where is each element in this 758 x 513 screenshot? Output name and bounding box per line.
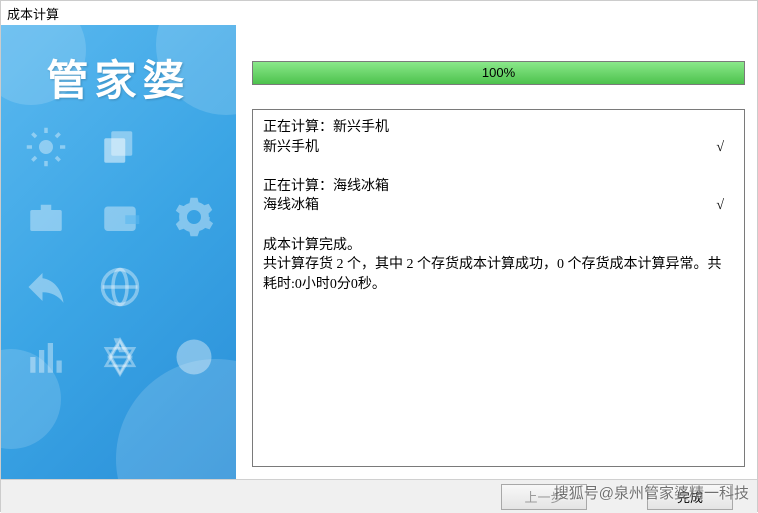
log-line: 正在计算：新兴手机	[263, 118, 734, 138]
undo-icon	[25, 266, 67, 308]
log-output: 正在计算：新兴手机新兴手机√ 正在计算：海线冰箱海线冰箱√ 成本计算完成。共计算…	[252, 109, 745, 467]
gear-icon	[173, 196, 215, 238]
progress-label: 100%	[253, 62, 744, 84]
sidebar: 管家婆	[1, 25, 236, 479]
footer: 上一步 完成	[1, 479, 757, 513]
sun-icon	[25, 126, 67, 168]
log-line: 正在计算：海线冰箱	[263, 177, 734, 197]
window-title: 成本计算	[7, 7, 59, 22]
app-logo-text: 管家婆	[1, 47, 236, 108]
wallet-icon	[99, 196, 141, 238]
pie-icon	[173, 336, 215, 378]
log-line: 海线冰箱√	[263, 196, 734, 216]
log-line	[263, 157, 734, 177]
progress-bar: 100%	[252, 61, 745, 85]
check-mark: √	[716, 196, 724, 216]
star-icon	[99, 336, 141, 378]
log-line: 新兴手机√	[263, 138, 734, 158]
titlebar: 成本计算	[1, 1, 757, 25]
prev-button[interactable]: 上一步	[501, 484, 587, 510]
finish-button[interactable]: 完成	[647, 484, 733, 510]
log-line: 成本计算完成。	[263, 236, 734, 256]
check-mark: √	[716, 138, 724, 158]
briefcase-icon	[25, 196, 67, 238]
log-line: 共计算存货 2 个，其中 2 个存货成本计算成功，0 个存货成本计算异常。共耗时…	[263, 255, 734, 294]
chart-icon	[25, 336, 67, 378]
sidebar-icon-grid	[1, 126, 236, 378]
globe-icon	[99, 266, 141, 308]
cards-icon	[99, 126, 141, 168]
log-line	[263, 216, 734, 236]
